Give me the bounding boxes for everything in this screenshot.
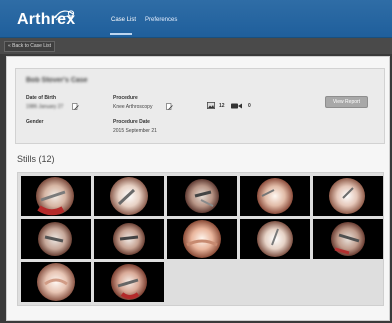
case-title: Bob Stover's Case	[26, 77, 88, 84]
still-thumbnail[interactable]	[167, 219, 237, 259]
top-navigation-bar: Arthrex Case List Preferences	[0, 0, 392, 38]
case-details-card: Bob Stover's Case Date of Birth 1986 Jan…	[15, 68, 385, 144]
video-camera-icon	[231, 103, 242, 109]
still-thumbnail[interactable]	[313, 219, 383, 259]
logo-swoosh-icon	[54, 10, 75, 21]
still-thumbnail[interactable]	[313, 176, 383, 216]
photo-icon	[207, 102, 215, 109]
still-thumbnail[interactable]	[21, 219, 91, 259]
nav-preferences[interactable]: Preferences	[145, 17, 177, 23]
stills-grid	[17, 172, 384, 306]
still-thumbnail[interactable]	[94, 262, 164, 302]
still-thumbnail[interactable]	[167, 176, 237, 216]
still-thumbnail[interactable]	[240, 219, 310, 259]
still-thumbnail[interactable]	[21, 176, 91, 216]
main-content: Bob Stover's Case Date of Birth 1986 Jan…	[6, 56, 390, 321]
photo-count: 12	[219, 103, 225, 109]
back-to-case-list-button[interactable]: « Back to Case List	[4, 41, 56, 52]
dob-label: Date of Birth	[26, 95, 56, 101]
still-thumbnail[interactable]	[240, 176, 310, 216]
gender-label: Gender	[26, 119, 44, 125]
stills-heading: Stills (12)	[17, 154, 55, 164]
procedure-value: Knee Arthroscopy	[113, 104, 153, 110]
sub-navigation-bar: « Back to Case List	[0, 38, 392, 54]
still-thumbnail[interactable]	[94, 219, 164, 259]
nav-case-list[interactable]: Case List	[111, 17, 136, 23]
procedure-label: Procedure	[113, 95, 138, 101]
edit-document-icon[interactable]	[72, 103, 79, 111]
still-thumbnail[interactable]	[21, 262, 91, 302]
procedure-date-label: Procedure Date	[113, 119, 150, 125]
active-tab-indicator	[110, 33, 132, 35]
still-thumbnail[interactable]	[94, 176, 164, 216]
view-report-button[interactable]: View Report	[325, 96, 368, 108]
dob-value: 1986 January 27	[26, 104, 64, 110]
edit-procedure-icon[interactable]	[166, 103, 173, 111]
video-count: 0	[248, 103, 251, 109]
procedure-date-value: 2015 September 21	[113, 128, 157, 134]
